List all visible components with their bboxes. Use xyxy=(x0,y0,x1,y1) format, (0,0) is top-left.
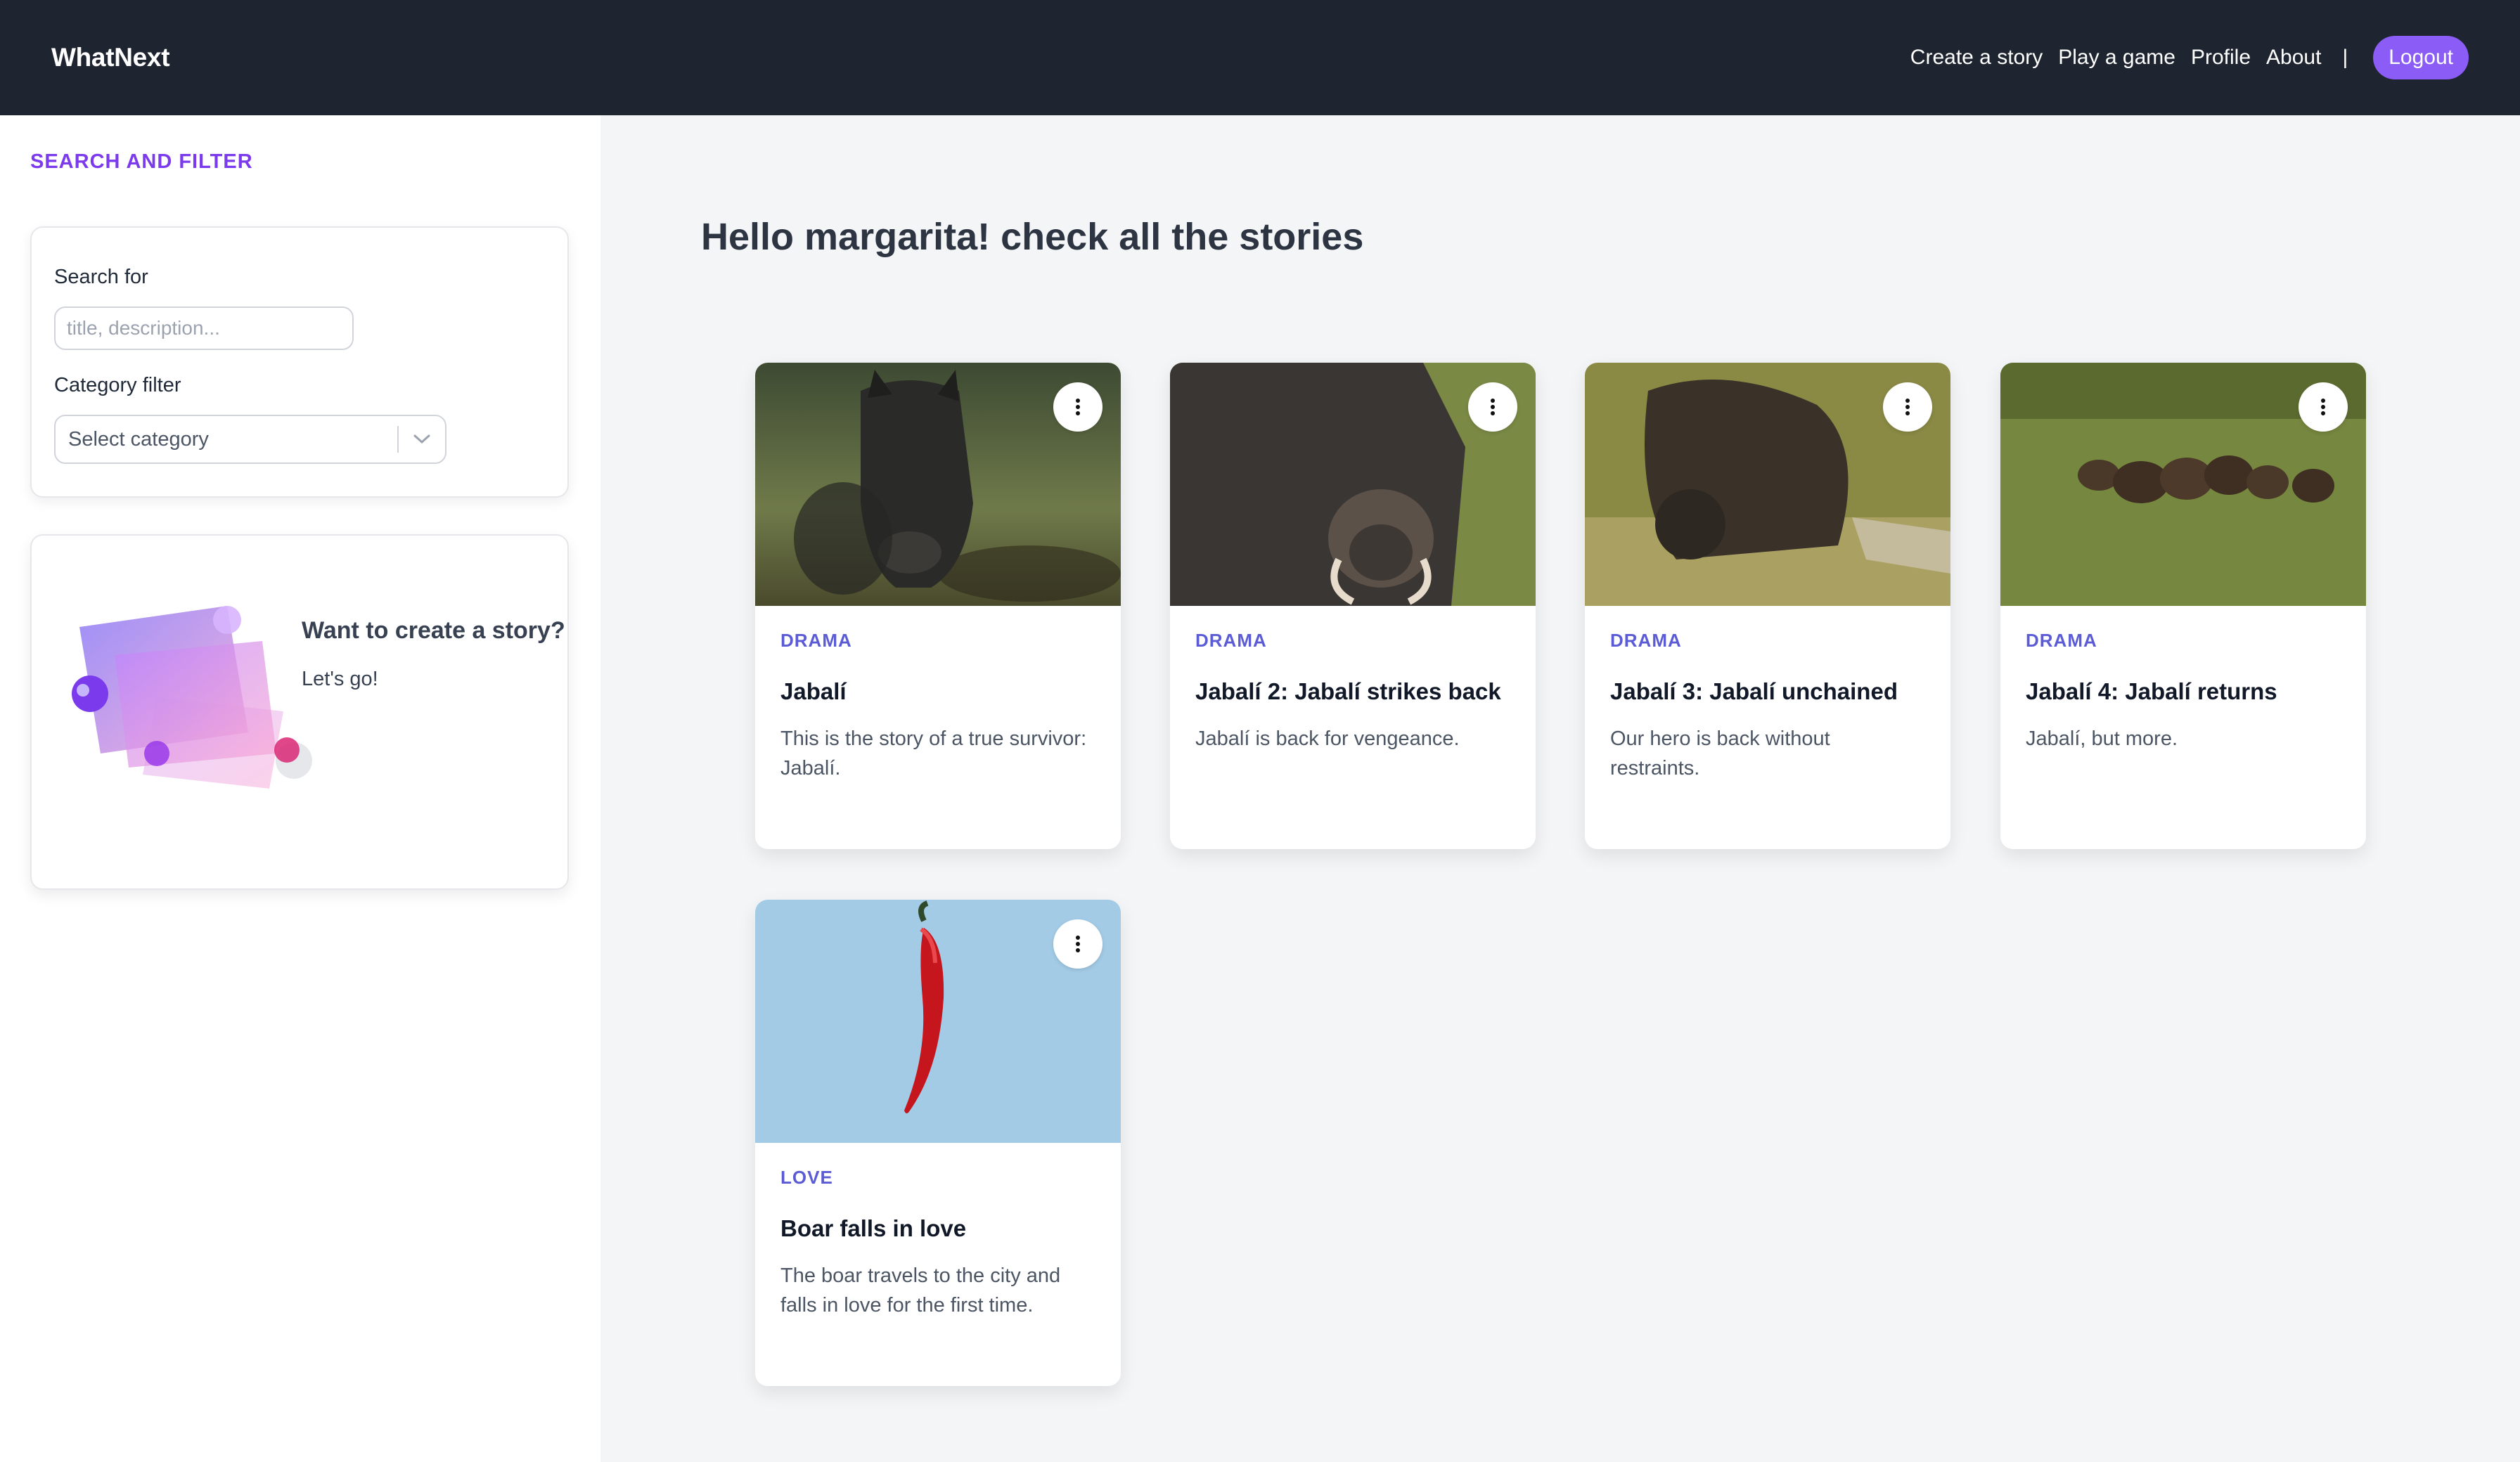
story-category: LOVE xyxy=(780,1167,833,1188)
category-select[interactable]: Select category xyxy=(54,415,446,464)
search-label: Search for xyxy=(54,266,148,288)
story-card[interactable]: DRAMA Jabalí 4: Jabalí returns Jabalí, b… xyxy=(2000,363,2366,849)
create-story-illustration xyxy=(72,606,312,789)
create-story-link[interactable]: Let's go! xyxy=(302,668,378,691)
story-description: The boar travels to the city and falls i… xyxy=(780,1264,1061,1317)
nav-separator: | xyxy=(2342,46,2348,69)
story-title: Jabalí 3: Jabalí unchained xyxy=(1610,678,1898,704)
search-input[interactable] xyxy=(54,306,354,350)
story-description: This is the story of a true survivor: Ja… xyxy=(780,727,1087,779)
story-card[interactable]: DRAMA Jabalí 2: Jabalí strikes back Jaba… xyxy=(1170,363,1536,849)
category-filter-label: Category filter xyxy=(54,374,181,396)
brand-logo[interactable]: WhatNext xyxy=(51,43,170,72)
story-card[interactable]: DRAMA Jabalí This is the story of a true… xyxy=(755,363,1121,849)
more-options-button[interactable] xyxy=(1468,382,1517,432)
story-category: DRAMA xyxy=(2026,630,2097,651)
story-card[interactable]: LOVE Boar falls in love The boar travels… xyxy=(755,900,1121,1386)
filter-card: Search for Category filter Select catego… xyxy=(30,226,569,498)
sidebar: SEARCH AND FILTER Search for Category fi… xyxy=(0,115,600,1462)
story-title: Jabalí 2: Jabalí strikes back xyxy=(1195,678,1501,704)
story-description: Jabalí is back for vengeance. xyxy=(1195,727,1460,750)
story-description: Our hero is back without restraints. xyxy=(1610,727,1830,779)
category-select-value: Select category xyxy=(68,427,209,451)
nav-links: Create a story Play a game Profile About… xyxy=(1910,36,2469,79)
more-options-button[interactable] xyxy=(1053,919,1102,969)
story-title: Boar falls in love xyxy=(780,1215,967,1241)
more-vertical-icon xyxy=(1905,399,1910,415)
story-title: Jabalí xyxy=(780,678,847,704)
nav-play-game-link[interactable]: Play a game xyxy=(2058,46,2175,70)
sidebar-heading: SEARCH AND FILTER xyxy=(30,150,253,173)
more-vertical-icon xyxy=(1491,399,1495,415)
nav-profile-link[interactable]: Profile xyxy=(2191,46,2251,70)
story-card[interactable]: DRAMA Jabalí 3: Jabalí unchained Our her… xyxy=(1585,363,1950,849)
story-category: DRAMA xyxy=(1610,630,1682,651)
story-title: Jabalí 4: Jabalí returns xyxy=(2026,678,2277,704)
page-title: Hello margarita! check all the stories xyxy=(701,216,1364,258)
more-vertical-icon xyxy=(1076,936,1080,952)
create-story-title: Want to create a story? xyxy=(302,617,565,644)
more-options-button[interactable] xyxy=(1053,382,1102,432)
more-vertical-icon xyxy=(1076,399,1080,415)
chevron-down-icon[interactable] xyxy=(399,434,445,445)
nav-create-story-link[interactable]: Create a story xyxy=(1910,46,2043,70)
story-description: Jabalí, but more. xyxy=(2026,727,2178,750)
more-options-button[interactable] xyxy=(2299,382,2348,432)
story-category: DRAMA xyxy=(1195,630,1267,651)
more-options-button[interactable] xyxy=(1883,382,1932,432)
more-vertical-icon xyxy=(2321,399,2325,415)
top-navbar: WhatNext Create a story Play a game Prof… xyxy=(0,0,2520,115)
nav-about-link[interactable]: About xyxy=(2266,46,2321,70)
story-category: DRAMA xyxy=(780,630,852,651)
logout-button[interactable]: Logout xyxy=(2373,36,2469,79)
create-story-card[interactable]: Want to create a story? Let's go! xyxy=(30,534,569,890)
